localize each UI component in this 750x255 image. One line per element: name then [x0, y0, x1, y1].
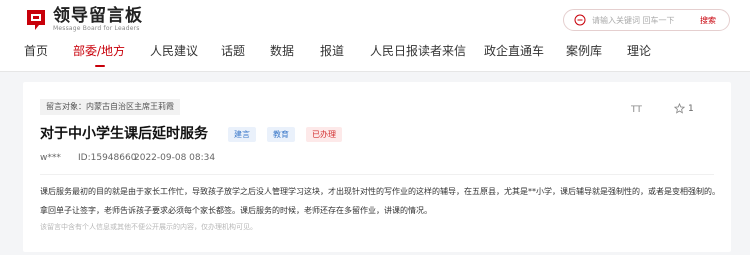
message-card: 留言对象：内蒙古自治区主席王莉霞 对于中小学生课后延时服务 建言 教育 已办理 … — [23, 82, 731, 252]
message-title: 对于中小学生课后延时服务 — [40, 126, 208, 142]
nav-item-reports[interactable]: 报道 — [320, 43, 344, 59]
search-box: 搜索 — [563, 9, 730, 31]
message-id: ID:15948660 — [78, 153, 137, 163]
message-target[interactable]: 留言对象：内蒙古自治区主席王莉霞 — [40, 99, 180, 115]
message-datetime: 2022-09-08 08:34 — [134, 153, 216, 163]
nav-item-topics[interactable]: 话题 — [221, 43, 245, 59]
nav-item-case-library[interactable]: 案例库 — [566, 43, 602, 59]
nav-item-gov-enterprise[interactable]: 政企直通车 — [484, 43, 544, 59]
tag-education[interactable]: 教育 — [267, 127, 295, 142]
site-header: 领导留言板 Message Board for Leaders 搜索 首页 部委… — [0, 0, 750, 72]
divider — [40, 174, 714, 175]
logo-text: 领导留言板 Message Board for Leaders — [53, 7, 143, 33]
search-icon — [574, 14, 586, 26]
nav-active-indicator — [95, 65, 105, 67]
privacy-disclaimer: 该留言中含有个人信息或其他不便公开展示的内容，仅办理机构可见。 — [40, 223, 257, 231]
nav-item-ministries-local[interactable]: 部委/地方 — [73, 43, 125, 59]
nav-item-suggestions[interactable]: 人民建议 — [150, 43, 198, 59]
favorite-button[interactable]: 1 — [674, 103, 694, 114]
favorite-count: 1 — [688, 103, 694, 114]
message-user: w*** — [40, 153, 61, 163]
message-content: 课后服务最初的目的就是由于家长工作忙，导致孩子放学之后没人管理学习这块，才出现针… — [40, 187, 720, 215]
nav-item-theory[interactable]: 理论 — [627, 43, 651, 59]
logo-title: 领导留言板 — [53, 6, 143, 26]
status-badge: 已办理 — [306, 127, 342, 142]
search-button[interactable]: 搜索 — [700, 15, 716, 26]
tag-suggestion[interactable]: 建言 — [228, 127, 256, 142]
nav-item-reader-letters[interactable]: 人民日报读者来信 — [370, 43, 466, 59]
nav-item-home[interactable]: 首页 — [24, 43, 48, 59]
logo-icon — [27, 10, 45, 30]
site-logo[interactable]: 领导留言板 Message Board for Leaders — [24, 4, 143, 36]
star-icon — [674, 103, 685, 114]
search-input[interactable] — [592, 15, 696, 25]
main-nav: 首页 部委/地方 人民建议 话题 数据 报道 人民日报读者来信 政企直通车 案例… — [0, 38, 750, 72]
font-size-button[interactable]: TT — [631, 105, 642, 115]
logo-subtitle: Message Board for Leaders — [53, 25, 140, 32]
nav-item-data[interactable]: 数据 — [270, 43, 294, 59]
